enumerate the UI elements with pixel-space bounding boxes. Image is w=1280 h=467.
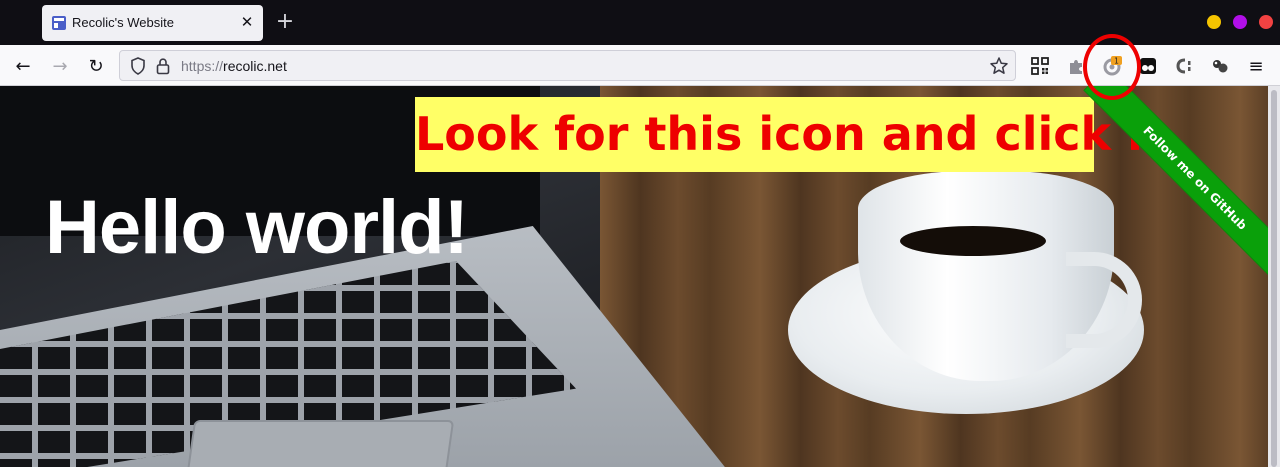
close-tab-icon[interactable]: ✕ (239, 13, 255, 31)
laptop-trackpad-image (185, 420, 455, 467)
page-scrollbar[interactable] (1268, 86, 1280, 467)
scrollbar-thumb[interactable] (1271, 90, 1277, 467)
tab-title: Recolic's Website (72, 15, 174, 30)
maximize-window-button[interactable] (1233, 15, 1247, 29)
github-ribbon-link[interactable]: Follow me on GitHub (1084, 86, 1268, 286)
new-tab-button[interactable]: + (274, 10, 296, 34)
tampermonkey-icon[interactable] (1138, 56, 1158, 76)
url-scheme: https:// (181, 58, 224, 74)
site-favicon-icon (52, 16, 66, 30)
tab-recolic[interactable]: Recolic's Website ✕ (42, 5, 263, 41)
url-text[interactable]: https://recolic.net (181, 58, 287, 74)
page-viewport: Hello world! Look for this icon and clic… (0, 86, 1268, 467)
instruction-callout: Look for this icon and click it (415, 97, 1165, 172)
qr-code-icon[interactable] (1030, 56, 1050, 76)
url-host: recolic.net (223, 58, 287, 74)
tab-strip: Recolic's Website ✕ + (0, 0, 1280, 45)
bookmark-star-icon[interactable] (989, 56, 1009, 76)
dots-icon[interactable] (1210, 56, 1230, 76)
application-menu-button[interactable]: ≡ (1243, 53, 1269, 79)
tracking-protection-shield-icon[interactable] (130, 57, 146, 75)
highlight-circle (1083, 34, 1141, 100)
coffee-image (900, 226, 1046, 256)
close-window-button[interactable] (1259, 15, 1273, 29)
back-button[interactable]: ← (10, 53, 36, 79)
forward-button[interactable]: → (47, 53, 73, 79)
page-heading: Hello world! (45, 185, 469, 270)
address-bar[interactable]: https://recolic.net (119, 50, 1016, 81)
github-ribbon-container: Follow me on GitHub (1080, 86, 1268, 286)
css-icon[interactable] (1174, 56, 1194, 76)
lock-icon[interactable] (155, 57, 171, 75)
minimize-window-button[interactable] (1207, 15, 1221, 29)
reload-button[interactable]: ↻ (83, 53, 109, 79)
